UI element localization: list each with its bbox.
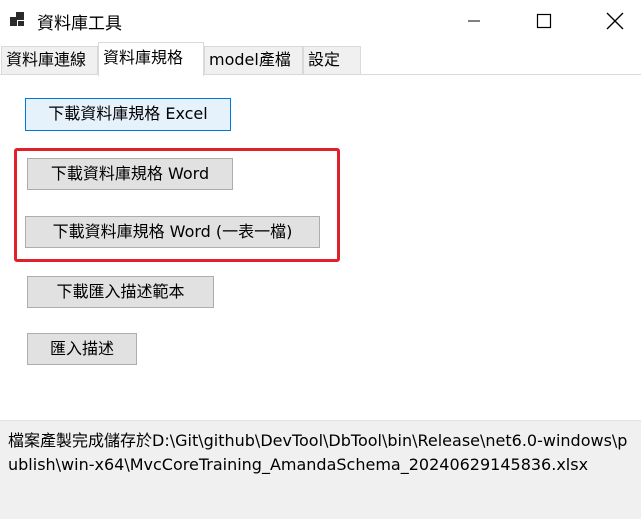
import-description-button[interactable]: 匯入描述 [27,333,137,365]
download-schema-excel-button[interactable]: 下載資料庫規格 Excel [25,98,231,131]
tab-settings[interactable]: 設定 [303,46,361,74]
window-title: 資料庫工具 [37,14,122,34]
status-bar: 檔案產製完成儲存於D:\Git\github\DevTool\DbTool\bi… [0,420,641,519]
maximize-button[interactable] [521,0,567,42]
title-bar: 資料庫工具 [0,0,641,42]
tab-label: model產檔 [209,50,291,69]
download-import-template-button[interactable]: 下載匯入描述範本 [27,276,214,308]
close-icon [606,12,624,30]
status-message: 檔案產製完成儲存於D:\Git\github\DevTool\DbTool\bi… [8,431,628,474]
maximize-icon [536,13,552,29]
minimize-icon [468,20,480,22]
tab-label: 資料庫連線 [6,50,87,69]
app-icon [10,12,24,26]
tab-label: 資料庫規格 [103,48,184,67]
close-button[interactable] [592,0,638,42]
tab-label: 設定 [308,50,341,69]
tab-db-connection[interactable]: 資料庫連線 [1,46,98,74]
tab-db-schema[interactable]: 資料庫規格 [98,42,204,76]
tab-strip: 資料庫連線 資料庫規格 model產檔 設定 [0,42,641,76]
tab-model-generation[interactable]: model產檔 [204,46,303,74]
red-highlight-box [14,148,340,262]
minimize-button[interactable] [451,0,497,42]
